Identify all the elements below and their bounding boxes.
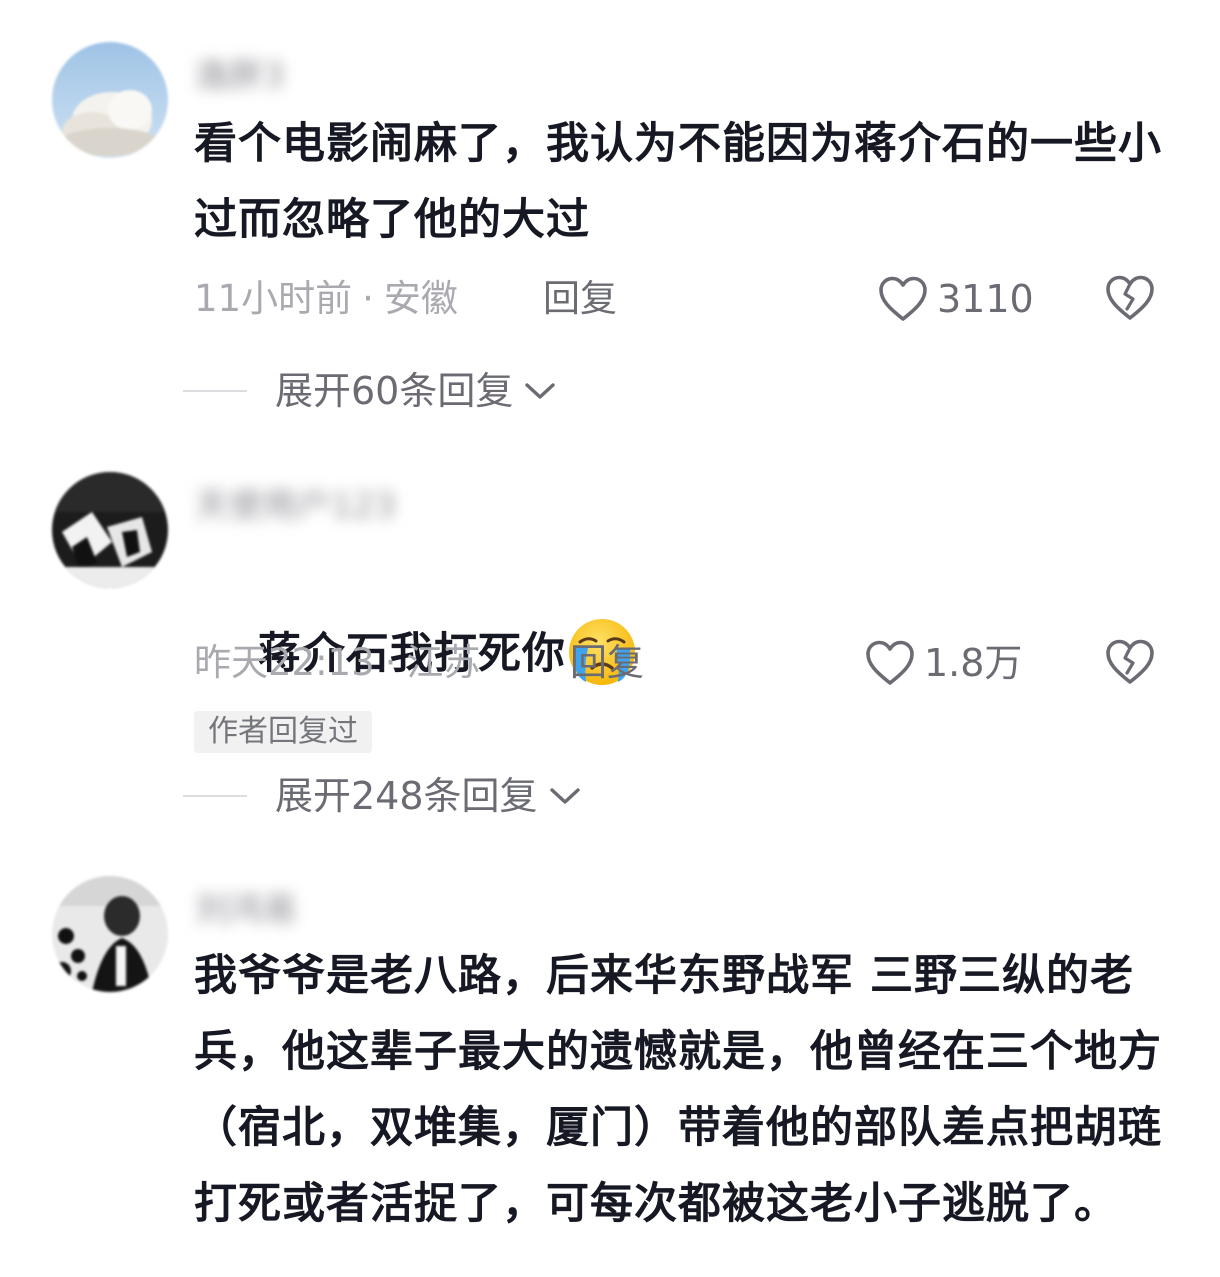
avatar[interactable]	[52, 472, 168, 588]
meta-separator: ·	[384, 641, 397, 684]
meta-separator: ·	[362, 277, 374, 320]
expand-replies-text: 展开248条回复	[275, 774, 538, 818]
comment-meta: 昨天22:13 · 江苏	[194, 638, 480, 688]
dislike-button[interactable]	[1104, 637, 1156, 687]
reply-button[interactable]: 回复	[543, 274, 617, 324]
comment-meta: 11小时前 · 安徽	[194, 274, 458, 324]
dislike-button[interactable]	[1104, 273, 1156, 323]
comment-location: 安徽	[383, 277, 458, 320]
heart-outline-icon	[866, 640, 914, 685]
expand-replies-label[interactable]: 展开60条回复	[275, 366, 557, 416]
username[interactable]: 天使用户123	[195, 478, 396, 526]
chevron-down-icon	[549, 788, 580, 804]
comment-text: 我爷爷是老八路，后来华东野战军 三野三纵的老兵，他这辈子最大的遗憾就是，他曾经在…	[194, 951, 1162, 1229]
reply-button[interactable]: 回复	[570, 638, 644, 688]
expand-replies-text: 展开60条回复	[275, 369, 514, 413]
expand-divider	[183, 795, 247, 797]
username[interactable]: 逸胖3	[195, 48, 285, 96]
broken-heart-icon	[1106, 639, 1154, 684]
comment-location: 江苏	[406, 641, 481, 684]
avatar[interactable]	[52, 42, 168, 158]
like-button[interactable]: 3110	[877, 274, 1034, 324]
author-replied-badge: 作者回复过	[194, 711, 372, 753]
like-count: 3110	[937, 277, 1034, 321]
expand-replies[interactable]: 展开60条回复	[0, 366, 620, 416]
expand-divider	[183, 390, 247, 392]
heart-outline-icon	[879, 276, 927, 321]
expand-replies[interactable]: 展开248条回复	[0, 771, 640, 821]
expand-replies-label[interactable]: 展开248条回复	[275, 771, 582, 821]
avatar[interactable]	[52, 876, 168, 992]
like-count: 1.8万	[924, 641, 1023, 685]
chevron-down-icon	[525, 383, 556, 399]
broken-heart-icon	[1106, 275, 1154, 320]
like-button[interactable]: 1.8万	[864, 638, 1022, 688]
comment-text: 看个电影闹麻了，我认为不能因为蒋介石的一些小过而忽略了他的大过	[194, 119, 1162, 245]
comment-time: 昨天22:13	[194, 641, 375, 684]
comment-time: 11小时前	[194, 277, 353, 320]
username[interactable]: 刘鸿易	[195, 882, 297, 930]
